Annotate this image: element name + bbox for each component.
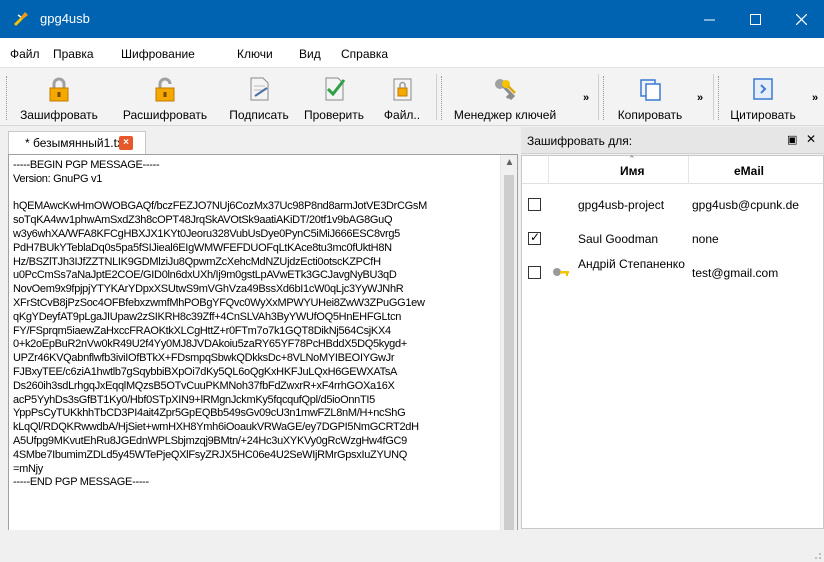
close-icon bbox=[795, 13, 807, 25]
scroll-up-icon[interactable]: ▲ bbox=[501, 157, 518, 171]
toolbar-separator bbox=[598, 74, 599, 120]
decrypt-button[interactable]: Расшифровать bbox=[118, 72, 212, 124]
key-email: test@gmail.com bbox=[692, 266, 779, 280]
window-title: gpg4usb bbox=[40, 11, 90, 26]
title-bar: gpg4usb bbox=[0, 0, 824, 38]
verify-check-icon bbox=[325, 77, 346, 101]
column-divider bbox=[688, 156, 689, 184]
toolbar-grip[interactable] bbox=[6, 76, 9, 120]
toolbar-overflow-button[interactable]: » bbox=[697, 92, 703, 104]
recipient-checkbox[interactable] bbox=[528, 198, 541, 211]
key-list[interactable]: ⌃ Имя eMail gpg4usb-project gpg4usb@cpun… bbox=[521, 154, 824, 529]
sign-button[interactable]: Подписать bbox=[224, 72, 294, 124]
key-name: Saul Goodman bbox=[578, 232, 659, 246]
private-key-icon bbox=[553, 268, 569, 276]
keys-icon bbox=[495, 79, 516, 101]
toolbar-grip[interactable] bbox=[603, 76, 606, 120]
encrypt-label: Зашифровать bbox=[20, 108, 98, 122]
recipient-checkbox[interactable]: ✓ bbox=[528, 230, 541, 245]
close-button[interactable] bbox=[778, 0, 824, 38]
key-email: gpg4usb@cpunk.de bbox=[692, 198, 799, 212]
editor-scrollbar[interactable]: ▲ ▼ bbox=[500, 155, 517, 561]
copy-icon bbox=[640, 79, 661, 101]
menu-bar: Файл Правка Шифрование Ключи Вид Справка bbox=[0, 38, 824, 68]
decrypt-label: Расшифровать bbox=[122, 108, 208, 122]
toolbar-separator bbox=[436, 74, 437, 120]
checkmark-icon: ✓ bbox=[530, 230, 541, 244]
recipients-panel-title: Зашифровать для: bbox=[527, 134, 633, 148]
verify-label: Проверить bbox=[303, 108, 364, 122]
verify-button[interactable]: Проверить bbox=[298, 72, 370, 124]
tab-bar: * безымянный1.txt × bbox=[0, 127, 518, 154]
file-label: Файл.. bbox=[383, 108, 421, 122]
scroll-thumb[interactable] bbox=[504, 175, 514, 535]
quote-label: Цитировать bbox=[730, 108, 796, 122]
float-panel-icon[interactable]: ▣ bbox=[787, 133, 797, 146]
unlock-icon bbox=[155, 77, 175, 102]
copy-button[interactable]: Копировать bbox=[608, 72, 692, 124]
tab-close-icon[interactable]: × bbox=[119, 136, 133, 150]
gpg4usb-app-icon bbox=[14, 12, 28, 26]
toolbar-grip[interactable] bbox=[718, 76, 721, 120]
toolbar: Зашифровать Расшифровать Подписать Прове… bbox=[0, 68, 824, 126]
menu-file[interactable]: Файл bbox=[10, 47, 40, 61]
recipients-panel-header: Зашифровать для: ▣ ✕ bbox=[521, 127, 824, 154]
key-manager-label: Менеджер ключей bbox=[453, 108, 557, 122]
maximize-button[interactable] bbox=[732, 0, 778, 38]
recipients-panel: Зашифровать для: ▣ ✕ ⌃ Имя eMail gpg4usb… bbox=[521, 127, 824, 530]
file-lock-icon bbox=[393, 78, 412, 101]
column-divider bbox=[548, 156, 549, 184]
status-bar bbox=[0, 530, 824, 562]
editor-text[interactable]: -----BEGIN PGP MESSAGE----- Version: Gnu… bbox=[13, 159, 497, 551]
resize-grip-icon[interactable] bbox=[810, 548, 822, 560]
menu-edit[interactable]: Правка bbox=[53, 47, 94, 61]
tab-label: * безымянный1.txt bbox=[25, 136, 127, 150]
toolbar-overflow-button[interactable]: » bbox=[583, 92, 589, 104]
key-name: gpg4usb-project bbox=[578, 198, 665, 212]
menu-keys[interactable]: Ключи bbox=[237, 47, 273, 61]
menu-view[interactable]: Вид bbox=[299, 47, 321, 61]
menu-encryption[interactable]: Шифрование bbox=[121, 47, 195, 61]
key-manager-button[interactable]: Менеджер ключей bbox=[446, 72, 564, 124]
lock-icon bbox=[49, 77, 69, 102]
minimize-icon bbox=[703, 19, 715, 20]
column-email-header[interactable]: eMail bbox=[734, 164, 764, 178]
key-email: none bbox=[692, 232, 719, 246]
key-list-header: ⌃ Имя eMail bbox=[522, 154, 823, 184]
copy-label: Копировать bbox=[617, 108, 683, 122]
column-name-header[interactable]: Имя bbox=[620, 164, 645, 178]
recipient-checkbox[interactable] bbox=[528, 266, 541, 279]
sign-label: Подписать bbox=[229, 108, 289, 122]
key-row[interactable]: gpg4usb-project gpg4usb@cpunk.de bbox=[522, 188, 823, 222]
close-panel-icon[interactable]: ✕ bbox=[806, 132, 816, 146]
tab-untitled[interactable]: * безымянный1.txt × bbox=[8, 131, 146, 154]
key-row[interactable]: Андрій Степаненко test@gmail.com bbox=[522, 256, 823, 290]
toolbar-overflow-button[interactable]: » bbox=[812, 92, 818, 104]
file-button[interactable]: Файл.. bbox=[375, 72, 429, 124]
menu-help[interactable]: Справка bbox=[341, 47, 388, 61]
minimize-button[interactable] bbox=[686, 0, 732, 38]
maximize-icon bbox=[749, 13, 761, 25]
quote-icon bbox=[753, 78, 773, 100]
toolbar-grip[interactable] bbox=[441, 76, 444, 120]
message-editor[interactable]: -----BEGIN PGP MESSAGE----- Version: Gnu… bbox=[8, 154, 518, 562]
key-name: Андрій Степаненко bbox=[578, 257, 685, 271]
sign-document-icon bbox=[250, 77, 269, 101]
key-row[interactable]: ✓ Saul Goodman none bbox=[522, 222, 823, 256]
toolbar-separator bbox=[713, 74, 714, 120]
quote-button[interactable]: Цитировать bbox=[722, 72, 804, 124]
encrypt-button[interactable]: Зашифровать bbox=[16, 72, 102, 124]
